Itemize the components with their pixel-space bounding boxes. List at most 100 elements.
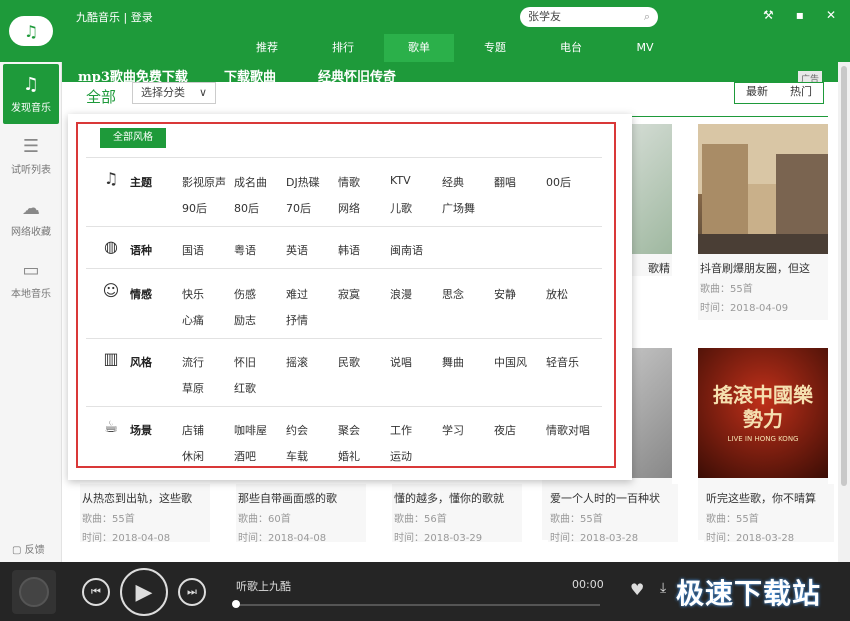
playlist-card[interactable]: 抖音刷爆朋友圈，但这 歌曲：55首 时间：2018-04-09: [698, 124, 828, 320]
sort-newest-button[interactable]: 最新: [735, 83, 779, 103]
tag-item[interactable]: 流行: [182, 354, 204, 370]
tag-item[interactable]: 广场舞: [442, 200, 475, 216]
playlist-title: 爱一个人时的一百种状: [550, 492, 660, 505]
next-button[interactable]: ⏭: [178, 578, 206, 606]
player-bar: ⏮ ▶ ⏭ 听歌上九酷 00:00 ♥ ⤓ 极速下载站: [0, 562, 850, 621]
sidebar-item-cloud[interactable]: ☁ 网络收藏: [0, 188, 62, 248]
playlist-card[interactable]: 那些自带画面感的歌 歌曲：60首 时间：2018-04-08: [236, 484, 366, 544]
tag-item[interactable]: 中国风: [494, 354, 527, 370]
tag-item[interactable]: 浪漫: [390, 286, 412, 302]
tag-item[interactable]: 英语: [286, 242, 308, 258]
tag-item[interactable]: 怀旧: [234, 354, 256, 370]
all-styles-button[interactable]: 全部风格: [100, 128, 166, 148]
tag-item[interactable]: 说唱: [390, 354, 412, 370]
title-bar: 九酷音乐 | 登录 张学友 ⌕ ⚒ ▪ ✕: [62, 0, 850, 34]
tag-item[interactable]: KTV: [390, 174, 411, 187]
tag-item[interactable]: 励志: [234, 312, 256, 328]
tag-item[interactable]: 影视原声: [182, 174, 226, 190]
scrollbar[interactable]: [838, 62, 850, 562]
tag-item[interactable]: 80后: [234, 200, 259, 216]
tag-item[interactable]: 90后: [182, 200, 207, 216]
tag-item[interactable]: 红歌: [234, 380, 256, 396]
search-icon[interactable]: ⌕: [644, 7, 650, 27]
tag-item[interactable]: 国语: [182, 242, 204, 258]
tag-item[interactable]: 快乐: [182, 286, 204, 302]
settings-wrench-icon[interactable]: ⚒: [763, 8, 774, 22]
tag-item[interactable]: 工作: [390, 422, 412, 438]
brand-name: 九酷音乐: [76, 11, 120, 24]
tag-item[interactable]: 思念: [442, 286, 464, 302]
sidebar-item-local[interactable]: ▭ 本地音乐: [0, 250, 62, 310]
tag-item[interactable]: 轻音乐: [546, 354, 579, 370]
tag-item[interactable]: 学习: [442, 422, 464, 438]
tag-item[interactable]: 网络: [338, 200, 360, 216]
tag-item[interactable]: 运动: [390, 448, 412, 464]
tag-item[interactable]: 翻唱: [494, 174, 516, 190]
all-filter[interactable]: 全部: [86, 86, 116, 107]
scrollbar-thumb[interactable]: [841, 66, 847, 486]
tag-item[interactable]: 酒吧: [234, 448, 256, 464]
progress-bar[interactable]: [236, 604, 600, 606]
divider: [86, 406, 602, 407]
divider: [86, 226, 602, 227]
tag-item[interactable]: 车载: [286, 448, 308, 464]
tab-playlists[interactable]: 歌单: [384, 34, 454, 62]
tag-item[interactable]: 情歌对唱: [546, 422, 590, 438]
tag-item[interactable]: 安静: [494, 286, 516, 302]
minimize-icon[interactable]: ▪: [796, 8, 804, 22]
tag-item[interactable]: 放松: [546, 286, 568, 302]
tag-item[interactable]: 成名曲: [234, 174, 267, 190]
tag-item[interactable]: 摇滚: [286, 354, 308, 370]
feedback-link[interactable]: ▢ 反馈: [12, 541, 45, 556]
tag-item[interactable]: 民歌: [338, 354, 360, 370]
tag-item[interactable]: 韩语: [338, 242, 360, 258]
tag-item[interactable]: 草原: [182, 380, 204, 396]
download-icon[interactable]: ⤓: [660, 580, 666, 596]
tag-item[interactable]: 闽南语: [390, 242, 423, 258]
playlist-card[interactable]: 懂的越多，懂你的歌就 歌曲：56首 时间：2018-03-29: [392, 484, 522, 544]
tag-item[interactable]: 儿歌: [390, 200, 412, 216]
tab-mv[interactable]: MV: [610, 34, 680, 62]
tag-item[interactable]: 难过: [286, 286, 308, 302]
tab-ranking[interactable]: 排行: [308, 34, 378, 62]
tab-radio[interactable]: 电台: [536, 34, 606, 62]
playlist-card[interactable]: 从热恋到出轨，这些歌 歌曲：55首 时间：2018-04-08: [80, 484, 210, 544]
sidebar-item-discover[interactable]: ♫ 发现音乐: [3, 64, 59, 124]
tab-topics[interactable]: 专题: [460, 34, 530, 62]
tag-item[interactable]: 婚礼: [338, 448, 360, 464]
tag-item[interactable]: 寂寞: [338, 286, 360, 302]
app-logo[interactable]: ♫: [0, 0, 62, 62]
tag-item[interactable]: 情歌: [338, 174, 360, 190]
tag-item[interactable]: 心痛: [182, 312, 204, 328]
play-button[interactable]: ▶: [120, 568, 168, 616]
tag-item[interactable]: 咖啡屋: [234, 422, 267, 438]
sort-hot-button[interactable]: 热门: [779, 83, 823, 103]
category-select[interactable]: 选择分类 ∨: [132, 82, 216, 104]
tag-item[interactable]: DJ热碟: [286, 174, 320, 190]
sidebar-item-playlist[interactable]: ☰ 试听列表: [0, 126, 62, 186]
tag-item[interactable]: 粤语: [234, 242, 256, 258]
tag-item[interactable]: 夜店: [494, 422, 516, 438]
heart-icon[interactable]: ♥: [630, 580, 644, 599]
tab-recommend[interactable]: 推荐: [232, 34, 302, 62]
tag-item[interactable]: 约会: [286, 422, 308, 438]
close-icon[interactable]: ✕: [826, 8, 836, 22]
search-input[interactable]: 张学友 ⌕: [520, 7, 658, 27]
previous-button[interactable]: ⏮: [82, 578, 110, 606]
playlist-card[interactable]: 听完这些歌，你不晴算 歌曲：55首 时间：2018-03-28: [704, 484, 834, 544]
tag-item[interactable]: 经典: [442, 174, 464, 190]
playlist-card[interactable]: 爱一个人时的一百种状 歌曲：55首 时间：2018-03-28: [548, 484, 678, 544]
tag-item[interactable]: 舞曲: [442, 354, 464, 370]
tag-item[interactable]: 店铺: [182, 422, 204, 438]
tag-item[interactable]: 00后: [546, 174, 571, 190]
tag-item[interactable]: 抒情: [286, 312, 308, 328]
login-link[interactable]: 登录: [131, 11, 153, 24]
album-art[interactable]: [12, 570, 56, 614]
chevron-down-icon: ∨: [198, 86, 207, 99]
tag-item[interactable]: 休闲: [182, 448, 204, 464]
tag-item[interactable]: 70后: [286, 200, 311, 216]
progress-handle[interactable]: [232, 600, 240, 608]
tag-item[interactable]: 伤感: [234, 286, 256, 302]
tag-item[interactable]: 聚会: [338, 422, 360, 438]
playlist-title: 从热恋到出轨，这些歌: [82, 492, 192, 505]
